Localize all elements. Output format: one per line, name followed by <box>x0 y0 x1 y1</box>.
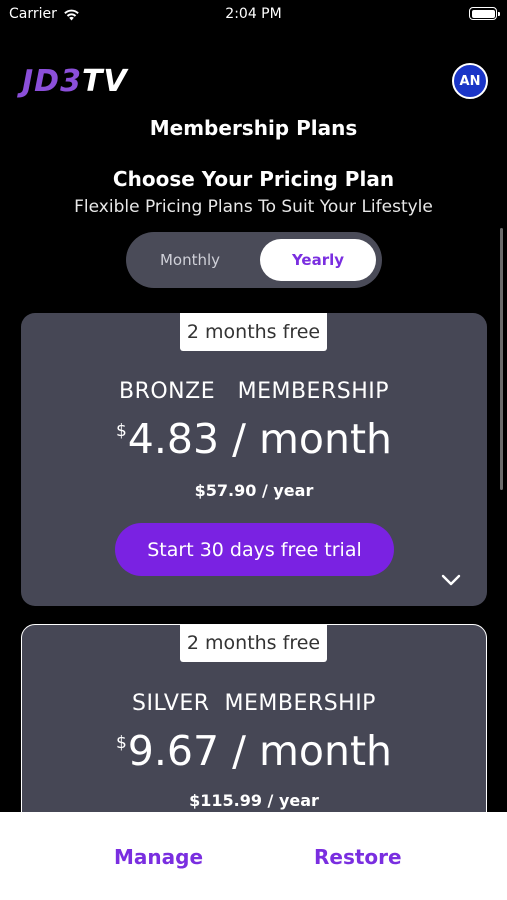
bottom-action-bar: Manage Restore <box>0 812 507 900</box>
chevron-down-icon[interactable] <box>441 573 461 587</box>
start-free-trial-button[interactable]: Start 30 days free trial <box>115 523 394 576</box>
plan-yearly-price: $57.90 / year <box>194 481 314 500</box>
battery-icon <box>469 7 500 20</box>
plan-monthly-price: $9.67 / month <box>22 727 486 775</box>
plan-badge: 2 months free <box>180 624 327 662</box>
plan-name: SILVER MEMBERSHIP <box>132 691 376 716</box>
currency-symbol: $ <box>115 733 127 753</box>
manage-button[interactable]: Manage <box>114 845 203 869</box>
plan-name: BRONZE MEMBERSHIP <box>118 379 389 404</box>
toggle-option-yearly[interactable]: Yearly <box>260 239 376 281</box>
plan-monthly-price: $4.83 / month <box>21 415 487 463</box>
plan-card-bronze[interactable]: 2 months free BRONZE MEMBERSHIP $4.83 / … <box>21 313 487 606</box>
price-amount: 4.83 / month <box>127 415 393 463</box>
app-logo: JD3TV <box>22 64 128 99</box>
restore-button[interactable]: Restore <box>314 845 402 869</box>
pricing-heading: Choose Your Pricing Plan <box>112 167 395 191</box>
avatar[interactable]: AN <box>452 63 488 99</box>
status-bar: Carrier 2:04 PM <box>0 0 507 30</box>
billing-period-toggle: Monthly Yearly <box>126 232 382 288</box>
status-time: 2:04 PM <box>225 6 282 22</box>
page-title: Membership Plans <box>149 116 358 140</box>
app-header: JD3TV AN <box>0 60 507 104</box>
logo-text-secondary: TV <box>81 64 128 99</box>
pricing-subheading: Flexible Pricing Plans To Suit Your Life… <box>74 197 433 217</box>
logo-text-primary: JD3 <box>22 64 82 99</box>
plan-yearly-price: $115.99 / year <box>189 791 319 810</box>
scrollbar[interactable] <box>500 228 503 490</box>
plan-badge: 2 months free <box>180 313 327 351</box>
toggle-option-monthly[interactable]: Monthly <box>132 239 248 281</box>
price-amount: 9.67 / month <box>127 727 393 775</box>
currency-symbol: $ <box>115 421 127 441</box>
